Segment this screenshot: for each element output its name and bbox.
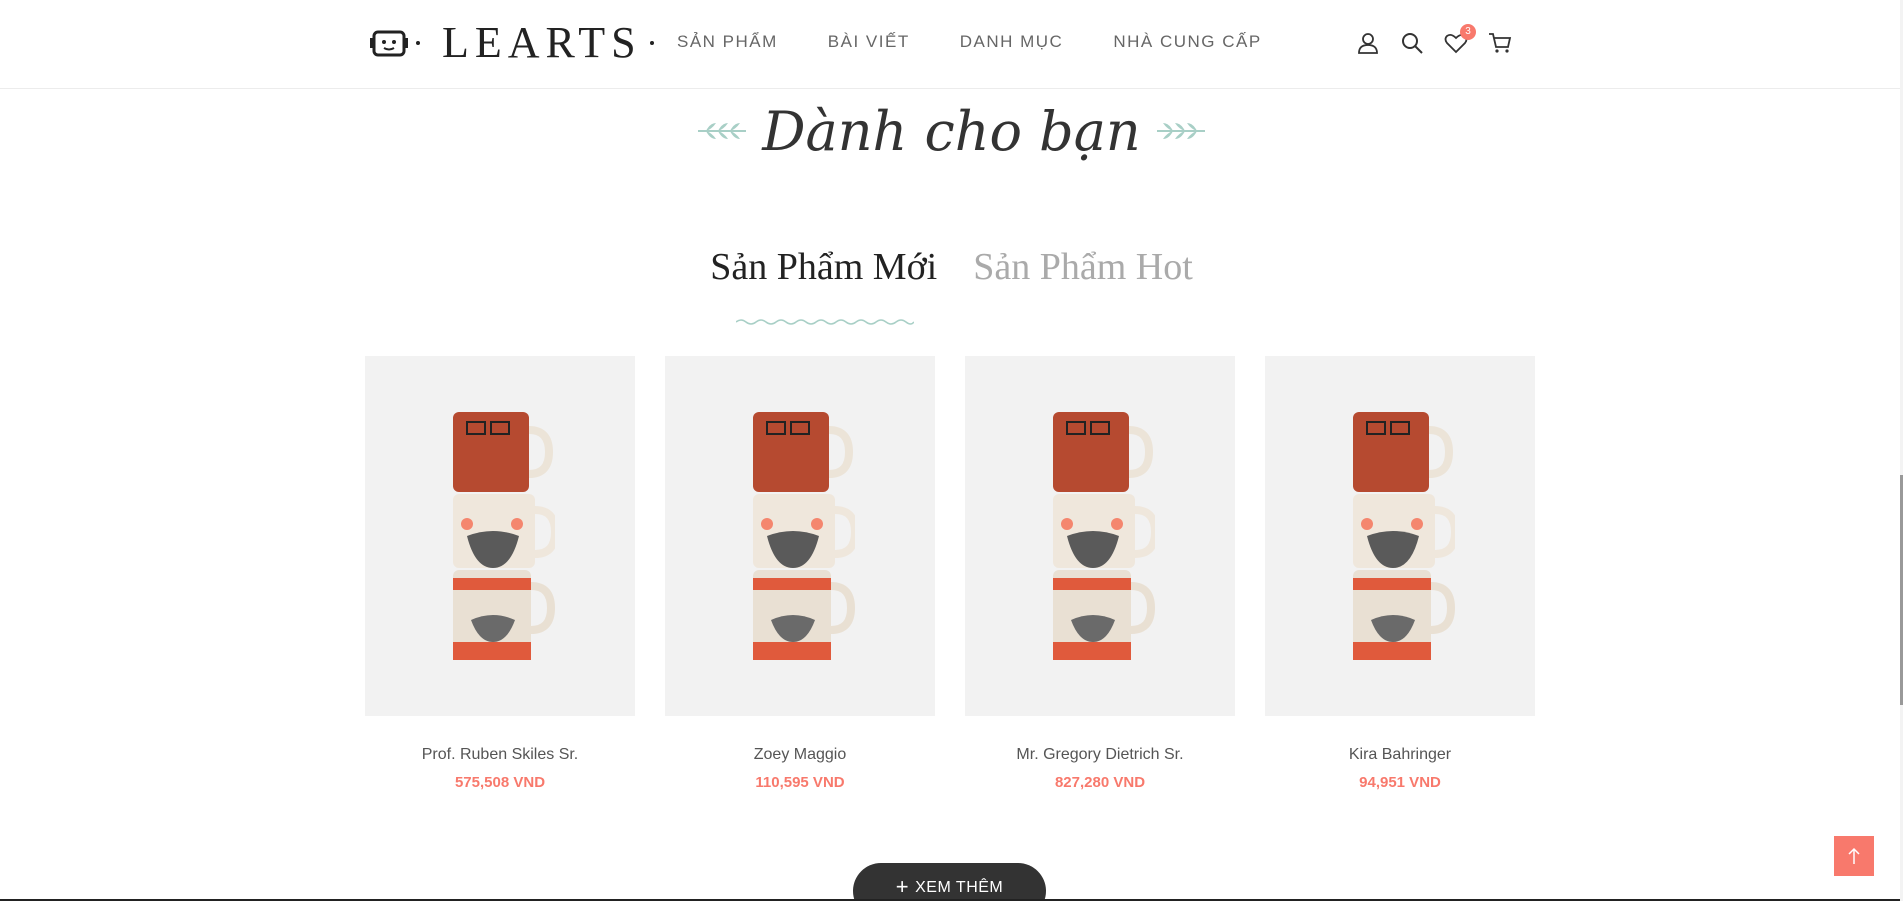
back-to-top-button[interactable]: [1834, 836, 1874, 876]
product-image[interactable]: [965, 356, 1235, 716]
product-card: Prof. Ruben Skiles Sr. 575,508 VND: [365, 356, 635, 791]
active-tab-wave-underline: [736, 319, 914, 325]
product-card: Mr. Gregory Dietrich Sr. 827,280 VND: [965, 356, 1235, 791]
product-name[interactable]: Kira Bahringer: [1265, 746, 1535, 764]
product-image[interactable]: [365, 356, 635, 716]
leaf-decoration-right-icon: [1156, 123, 1205, 139]
search-icon[interactable]: [1399, 30, 1425, 56]
product-name[interactable]: Mr. Gregory Dietrich Sr.: [965, 746, 1235, 764]
view-more-button[interactable]: + XEM THÊM: [853, 863, 1046, 901]
product-tabs: Sản Phẩm Mới Sản Phẩm Hot: [0, 245, 1903, 289]
logo-dot-right: [649, 41, 654, 45]
header-actions: 3: [1355, 24, 1531, 56]
stacked-mugs-image: [453, 412, 555, 660]
product-price: 827,280 VND: [1054, 774, 1146, 791]
main-nav: SẢN PHẨM BÀI VIẾT DANH MỤC NHÀ CUNG CẤP: [677, 32, 1312, 52]
cart-icon[interactable]: [1487, 30, 1513, 56]
leaf-decoration-left-icon: [698, 123, 747, 139]
section-title: Dành cho bạn: [0, 86, 1903, 176]
product-price: 94,951 VND: [1359, 774, 1441, 791]
product-name[interactable]: Prof. Ruben Skiles Sr.: [365, 746, 635, 764]
product-image[interactable]: [1265, 356, 1535, 716]
section-heading: Dành cho bạn: [762, 99, 1141, 163]
site-header: LEARTS SẢN PHẨM BÀI VIẾT DANH MỤC NHÀ CU…: [0, 0, 1903, 89]
wishlist-heart-icon[interactable]: 3: [1443, 24, 1476, 56]
stacked-mugs-image: [753, 412, 855, 660]
nav-item-categories[interactable]: DANH MỤC: [960, 32, 1064, 52]
nav-item-articles[interactable]: BÀI VIẾT: [828, 32, 910, 52]
logo[interactable]: LEARTS: [370, 20, 662, 66]
product-card: Kira Bahringer 94,951 VND: [1265, 356, 1535, 791]
stacked-mugs-image: [1053, 412, 1155, 660]
product-card: Zoey Maggio 110,595 VND: [665, 356, 935, 791]
product-price: 110,595 VND: [755, 774, 845, 791]
product-price: 575,508 VND: [454, 774, 546, 791]
nav-item-products[interactable]: SẢN PHẨM: [677, 32, 778, 52]
wishlist-count-badge: 3: [1460, 24, 1476, 40]
tab-hot-products[interactable]: Sản Phẩm Hot: [973, 245, 1193, 289]
user-icon[interactable]: [1355, 30, 1381, 56]
stacked-mugs-image: [1353, 412, 1455, 660]
nav-item-suppliers[interactable]: NHÀ CUNG CẤP: [1113, 32, 1261, 52]
arrow-up-icon: [1848, 847, 1860, 864]
product-name[interactable]: Zoey Maggio: [665, 746, 935, 764]
product-image[interactable]: [665, 356, 935, 716]
plus-icon: +: [895, 874, 910, 899]
logo-dot-left: [416, 41, 420, 45]
view-more-label: XEM THÊM: [915, 879, 1004, 896]
product-grid: Prof. Ruben Skiles Sr. 575,508 VND Zoey …: [365, 356, 1565, 791]
logo-text: LEARTS: [442, 18, 642, 67]
tab-new-products[interactable]: Sản Phẩm Mới: [710, 245, 937, 289]
logo-mark-icon: [370, 30, 408, 57]
